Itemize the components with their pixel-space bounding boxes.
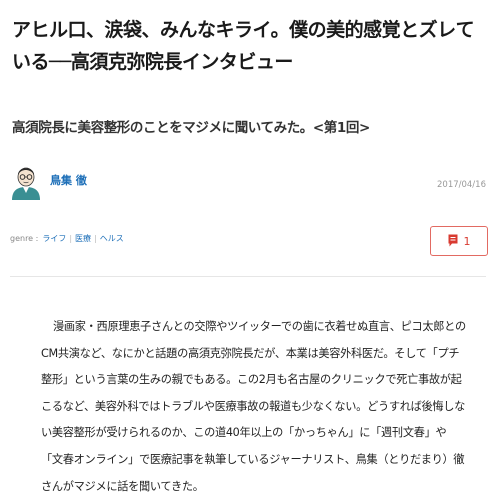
tag-separator: | <box>94 234 97 243</box>
author-name-link[interactable]: 鳥集 徹 <box>50 172 87 188</box>
article-subtitle: 高須院長に美容整形のことをマジメに聞いてみた。<第1回> <box>12 120 370 136</box>
comment-count: 1 <box>463 234 471 248</box>
publish-date: 2017/04/16 <box>437 180 486 190</box>
genre-label: genre : <box>10 234 39 243</box>
author-avatar-icon[interactable] <box>10 160 42 200</box>
header-divider <box>10 276 486 277</box>
genre-tags: genre : ライフ | 医療 | ヘルス <box>10 233 124 244</box>
genre-tag-medical[interactable]: 医療 <box>75 233 91 244</box>
article-lead-paragraph: 漫画家・西原理恵子さんとの交際やツイッターでの歯に衣着せぬ直言、ピコ太郎とのCM… <box>41 314 467 500</box>
genre-tag-life[interactable]: ライフ <box>42 233 66 244</box>
genre-tag-health[interactable]: ヘルス <box>100 233 124 244</box>
article-title: アヒル口、涙袋、みんなキライ。僕の美的感覚とズレている──高須克弥院長インタビュ… <box>12 19 475 73</box>
article-lead-text: 漫画家・西原理恵子さんとの交際やツイッターでの歯に衣着せぬ直言、ピコ太郎とのCM… <box>41 320 466 493</box>
author-block[interactable]: 鳥集 徹 <box>10 160 87 200</box>
comment-icon <box>448 232 458 251</box>
comment-count-button[interactable]: 1 <box>430 226 488 256</box>
tag-separator: | <box>69 234 73 243</box>
